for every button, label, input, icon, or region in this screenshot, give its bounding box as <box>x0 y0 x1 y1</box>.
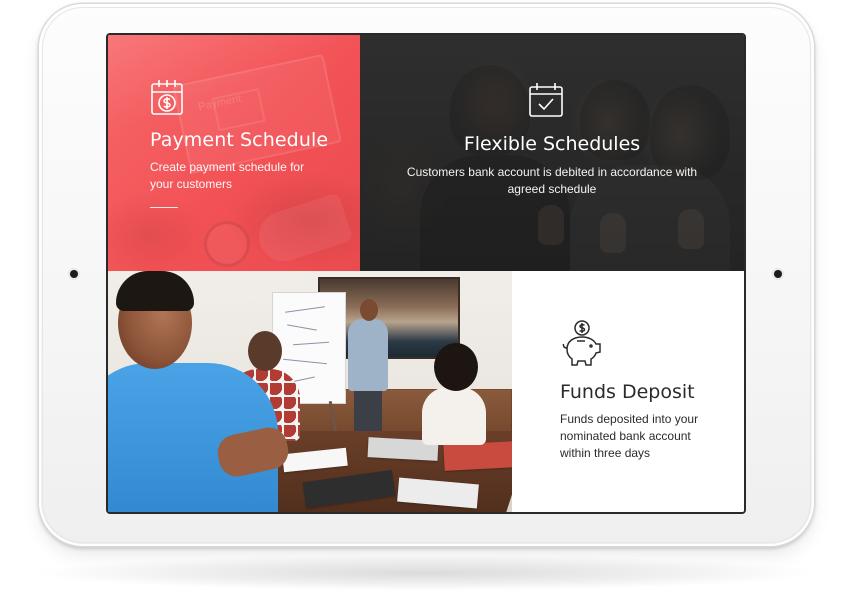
presenter-shape <box>360 299 378 321</box>
funds-deposit-title: Funds Deposit <box>560 381 695 403</box>
payment-divider <box>150 207 178 208</box>
piggy-bank-dollar-icon <box>560 319 604 369</box>
attendee-shape <box>434 343 478 391</box>
flipchart-drawing <box>293 341 329 346</box>
presenter-shape <box>348 319 388 391</box>
tablet-shadow <box>40 556 810 590</box>
tablet-camera-dot <box>70 270 78 278</box>
attendee-shape <box>422 387 486 445</box>
flipchart-drawing <box>283 358 327 365</box>
calendar-check-icon <box>528 82 564 118</box>
flexible-schedules-description: Customers bank account is debited in acc… <box>406 165 698 196</box>
payment-schedule-description: Create payment schedule for your custome… <box>150 160 305 191</box>
flipchart-drawing <box>285 306 325 313</box>
funds-deposit-description: Funds deposited into your nominated bank… <box>560 412 699 460</box>
payment-schedule-title: Payment Schedule <box>150 129 329 151</box>
payment-schedule-panel: Payment Payment Schedule Create payment … <box>108 35 360 271</box>
document-shape <box>443 441 512 471</box>
coffee-cup-shape <box>204 221 250 267</box>
flexible-schedules-panel: Flexible Schedules Customers bank accoun… <box>360 35 744 271</box>
tablet-screen: Payment Payment Schedule Create payment … <box>106 33 746 514</box>
flipchart-drawing <box>287 324 317 331</box>
funds-deposit-panel: Funds Deposit Funds deposited into your … <box>512 271 744 512</box>
showcase-stage: Payment Payment Schedule Create payment … <box>0 0 853 606</box>
tablet-sensor-dot <box>774 270 782 278</box>
meeting-photo <box>108 271 512 512</box>
attendee-shape <box>248 331 282 371</box>
flexible-schedules-title: Flexible Schedules <box>463 133 641 155</box>
calendar-dollar-icon <box>150 78 184 116</box>
